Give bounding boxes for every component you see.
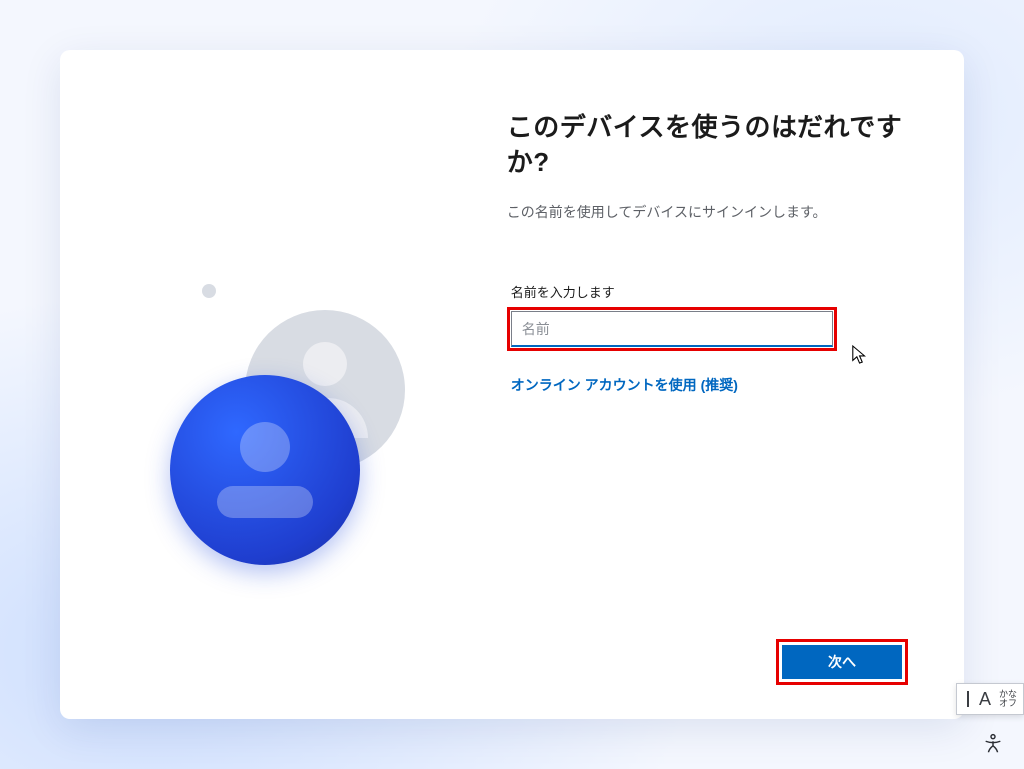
accessibility-icon — [982, 733, 1004, 755]
ime-caret-icon — [967, 691, 969, 707]
person-blue-icon — [170, 375, 360, 565]
form-pane: このデバイスを使うのはだれですか? この名前を使用してデバイスにサインインします… — [467, 50, 964, 719]
page-subtitle: この名前を使用してデバイスにサインインします。 — [507, 202, 904, 222]
name-field-group: 名前を入力します オンライン アカウントを使用 (推奨) — [507, 282, 837, 395]
hero-pane — [60, 50, 467, 719]
setup-card: このデバイスを使うのはだれですか? この名前を使用してデバイスにサインインします… — [60, 50, 964, 719]
name-field-label: 名前を入力します — [507, 282, 837, 301]
hero-dot — [202, 284, 216, 298]
use-online-account-link[interactable]: オンライン アカウントを使用 (推奨) — [511, 375, 738, 395]
ime-indicator[interactable]: A かな オフ — [956, 683, 1024, 715]
accessibility-button[interactable] — [982, 733, 1004, 755]
next-button-highlight: 次へ — [776, 639, 908, 685]
user-hero-illustration — [130, 280, 450, 560]
ime-mode-letter: A — [979, 689, 991, 710]
page-title: このデバイスを使うのはだれですか? — [507, 110, 904, 180]
ime-status: かな オフ — [999, 690, 1017, 708]
name-field-highlight — [507, 307, 837, 351]
next-button[interactable]: 次へ — [782, 645, 902, 679]
name-input[interactable] — [511, 311, 833, 347]
